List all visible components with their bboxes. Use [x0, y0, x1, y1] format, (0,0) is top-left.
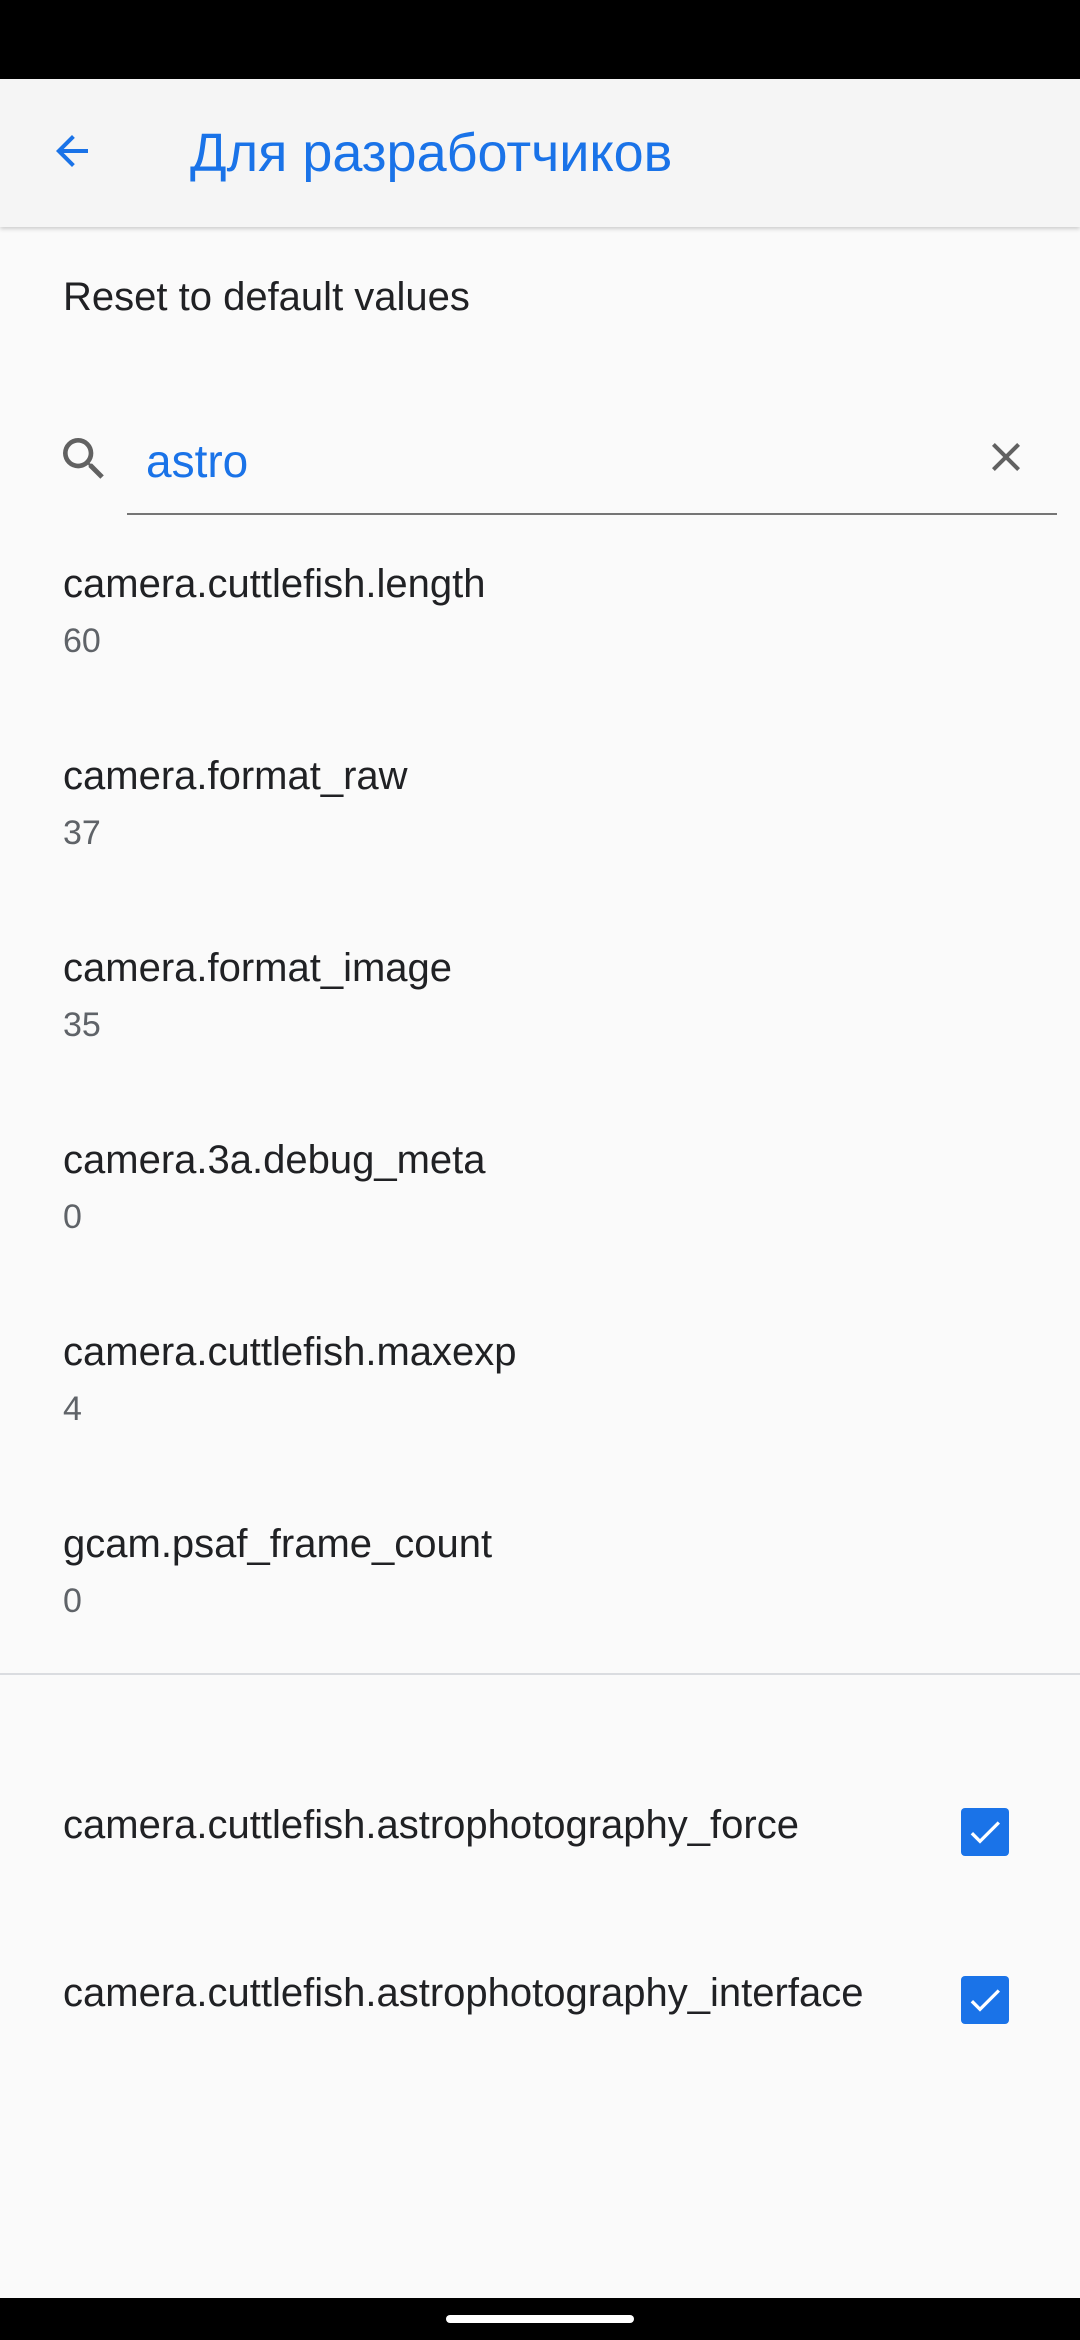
list-item[interactable]: gcam.psaf_frame_count 0 — [0, 1502, 1080, 1694]
settings-list: camera.cuttlefish.length 60 camera.forma… — [0, 542, 1080, 1694]
list-item[interactable]: camera.format_image 35 — [0, 926, 1080, 1118]
item-value: 35 — [63, 1006, 101, 1044]
list-item[interactable]: camera.cuttlefish.length 60 — [0, 542, 1080, 734]
item-title: camera.cuttlefish.maxexp — [63, 1330, 517, 1374]
list-item[interactable]: camera.cuttlefish.maxexp 4 — [0, 1310, 1080, 1502]
item-value: 0 — [63, 1198, 82, 1236]
item-value: 60 — [63, 622, 101, 660]
app-bar: Для разработчиков — [0, 79, 1080, 227]
search-input[interactable] — [127, 409, 1057, 515]
item-title: gcam.psaf_frame_count — [63, 1522, 493, 1566]
navigation-bar — [0, 2298, 1080, 2340]
home-handle[interactable] — [446, 2315, 634, 2323]
reset-defaults-label: Reset to default values — [63, 275, 470, 319]
item-title: camera.format_image — [63, 946, 453, 990]
item-title: camera.3a.debug_meta — [63, 1138, 486, 1182]
checkbox-checked-icon[interactable] — [961, 1976, 1009, 2024]
list-item[interactable]: camera.format_raw 37 — [0, 734, 1080, 926]
toggle-astrophotography-force[interactable]: camera.cuttlefish.astrophotography_force — [0, 1757, 1080, 1907]
item-title: camera.format_raw — [63, 754, 408, 798]
close-icon[interactable] — [976, 427, 1036, 487]
toggle-label: camera.cuttlefish.astrophotography_force — [63, 1803, 799, 1847]
search-bar — [0, 397, 1080, 522]
section-divider — [0, 1673, 1080, 1675]
item-value: 37 — [63, 814, 101, 852]
page-title: Для разработчиков — [190, 123, 673, 183]
item-value: 4 — [63, 1390, 82, 1428]
toggle-label: camera.cuttlefish.astrophotography_inter… — [63, 1971, 864, 2015]
back-button[interactable] — [30, 111, 114, 195]
list-item[interactable]: camera.3a.debug_meta 0 — [0, 1118, 1080, 1310]
item-title: camera.cuttlefish.length — [63, 562, 486, 606]
arrow-left-icon — [48, 127, 96, 180]
checkbox-checked-icon[interactable] — [961, 1808, 1009, 1856]
toggle-astrophotography-interface[interactable]: camera.cuttlefish.astrophotography_inter… — [0, 1925, 1080, 2075]
search-icon — [54, 429, 114, 489]
reset-defaults-item[interactable]: Reset to default values — [0, 227, 1080, 367]
status-bar — [0, 0, 1080, 79]
item-value: 0 — [63, 1582, 82, 1620]
